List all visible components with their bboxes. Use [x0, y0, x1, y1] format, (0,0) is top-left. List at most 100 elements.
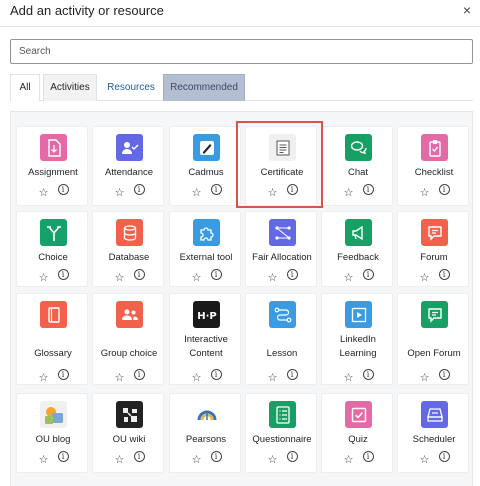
info-icon[interactable]: i	[286, 269, 298, 280]
star-icon[interactable]: ☆	[267, 454, 279, 466]
module-label: Questionnaire	[252, 434, 312, 445]
module-label: Pearsons	[185, 434, 227, 445]
scheduler-icon	[421, 401, 448, 428]
module-card-cadmus[interactable]: Cadmus ☆ i	[169, 126, 241, 206]
star-icon[interactable]: ☆	[343, 272, 355, 284]
info-icon[interactable]: i	[362, 369, 374, 380]
module-card-attendance[interactable]: Attendance ☆ i	[92, 126, 164, 206]
module-card-glossary[interactable]: Glossary ☆ i	[16, 293, 88, 385]
module-card-scheduler[interactable]: Scheduler ☆ i	[397, 393, 469, 473]
database-icon	[116, 219, 143, 246]
module-actions: ☆ i	[170, 450, 242, 466]
h5p-icon: H·P	[193, 301, 220, 328]
info-icon[interactable]: i	[286, 369, 298, 380]
module-actions: ☆ i	[322, 368, 394, 384]
group-choice-icon	[116, 301, 143, 328]
certificate-icon	[269, 134, 296, 161]
star-icon[interactable]: ☆	[191, 187, 203, 199]
info-icon[interactable]: i	[133, 369, 145, 380]
star-icon[interactable]: ☆	[419, 454, 431, 466]
star-icon[interactable]: ☆	[343, 187, 355, 199]
module-card-chat[interactable]: Chat ☆ i	[321, 126, 393, 206]
module-card-choice[interactable]: Choice ☆ i	[16, 211, 88, 287]
module-card-open-forum[interactable]: Open Forum ☆ i	[397, 293, 469, 385]
module-label: Checklist	[414, 167, 454, 178]
star-icon[interactable]: ☆	[191, 272, 203, 284]
info-icon[interactable]: i	[362, 269, 374, 280]
module-card-checklist[interactable]: Checklist ☆ i	[397, 126, 469, 206]
star-icon[interactable]: ☆	[267, 187, 279, 199]
info-icon[interactable]: i	[438, 184, 450, 195]
star-icon[interactable]: ☆	[343, 454, 355, 466]
module-card-assignment[interactable]: Assignment ☆ i	[16, 126, 88, 206]
tab-resources[interactable]: Resources	[99, 74, 163, 101]
info-icon[interactable]: i	[362, 184, 374, 195]
module-card-linkedin-learning[interactable]: LinkedIn Learning ☆ i	[321, 293, 393, 385]
quiz-icon	[345, 401, 372, 428]
info-icon[interactable]: i	[362, 451, 374, 462]
module-grid: Assignment ☆ i Attendance ☆ i Cadmus ☆ i Certific…	[10, 111, 473, 486]
tab-activities[interactable]: Activities	[43, 74, 97, 101]
info-icon[interactable]: i	[133, 269, 145, 280]
tab-all[interactable]: All	[10, 74, 40, 101]
module-card-database[interactable]: Database ☆ i	[92, 211, 164, 287]
module-card-certificate[interactable]: Certificate ☆ i	[245, 126, 317, 206]
info-icon[interactable]: i	[57, 451, 69, 462]
star-icon[interactable]: ☆	[267, 372, 279, 384]
module-actions: ☆ i	[322, 450, 394, 466]
module-card-ou-wiki[interactable]: OU wiki ☆ i	[92, 393, 164, 473]
search-input[interactable]	[10, 39, 473, 64]
info-icon[interactable]: i	[57, 369, 69, 380]
info-icon[interactable]: i	[57, 184, 69, 195]
module-card-ou-blog[interactable]: OU blog ☆ i	[16, 393, 88, 473]
star-icon[interactable]: ☆	[419, 187, 431, 199]
info-icon[interactable]: i	[286, 184, 298, 195]
category-tabs: All Activities Resources Recommended	[10, 74, 473, 101]
star-icon[interactable]: ☆	[191, 372, 203, 384]
info-icon[interactable]: i	[286, 451, 298, 462]
star-icon[interactable]: ☆	[38, 272, 50, 284]
module-actions: ☆ i	[246, 368, 318, 384]
info-icon[interactable]: i	[210, 451, 222, 462]
module-card-feedback[interactable]: Feedback ☆ i	[321, 211, 393, 287]
info-icon[interactable]: i	[210, 369, 222, 380]
star-icon[interactable]: ☆	[419, 372, 431, 384]
star-icon[interactable]: ☆	[191, 454, 203, 466]
star-icon[interactable]: ☆	[38, 372, 50, 384]
module-card-external-tool[interactable]: External tool ☆ i	[169, 211, 241, 287]
info-icon[interactable]: i	[438, 451, 450, 462]
module-label: OU wiki	[112, 434, 146, 445]
star-icon[interactable]: ☆	[267, 272, 279, 284]
module-actions: ☆ i	[170, 183, 242, 199]
close-icon[interactable]: ×	[459, 1, 475, 19]
info-icon[interactable]: i	[133, 184, 145, 195]
module-card-group-choice[interactable]: Group choice ☆ i	[92, 293, 164, 385]
info-icon[interactable]: i	[57, 269, 69, 280]
info-icon[interactable]: i	[210, 269, 222, 280]
module-label: Open Forum	[407, 348, 461, 359]
module-card-fair-allocation[interactable]: Fair Allocation ☆ i	[245, 211, 317, 287]
info-icon[interactable]: i	[133, 451, 145, 462]
module-card-questionnaire[interactable]: Questionnaire ☆ i	[245, 393, 317, 473]
star-icon[interactable]: ☆	[114, 272, 126, 284]
info-icon[interactable]: i	[438, 369, 450, 380]
module-actions: ☆ i	[17, 183, 89, 199]
module-actions: ☆ i	[93, 268, 165, 284]
module-actions: ☆ i	[398, 450, 470, 466]
module-card-quiz[interactable]: Quiz ☆ i	[321, 393, 393, 473]
module-card-h5p[interactable]: H·P Interactive Content ☆ i	[169, 293, 241, 385]
info-icon[interactable]: i	[438, 269, 450, 280]
info-icon[interactable]: i	[210, 184, 222, 195]
star-icon[interactable]: ☆	[38, 454, 50, 466]
star-icon[interactable]: ☆	[343, 372, 355, 384]
module-card-pearsons[interactable]: Pearsons ☆ i	[169, 393, 241, 473]
module-card-lesson[interactable]: Lesson ☆ i	[245, 293, 317, 385]
star-icon[interactable]: ☆	[114, 454, 126, 466]
attendance-icon	[116, 134, 143, 161]
star-icon[interactable]: ☆	[38, 187, 50, 199]
star-icon[interactable]: ☆	[419, 272, 431, 284]
star-icon[interactable]: ☆	[114, 372, 126, 384]
tab-recommended[interactable]: Recommended	[163, 74, 245, 101]
module-card-forum[interactable]: Forum ☆ i	[397, 211, 469, 287]
star-icon[interactable]: ☆	[114, 187, 126, 199]
